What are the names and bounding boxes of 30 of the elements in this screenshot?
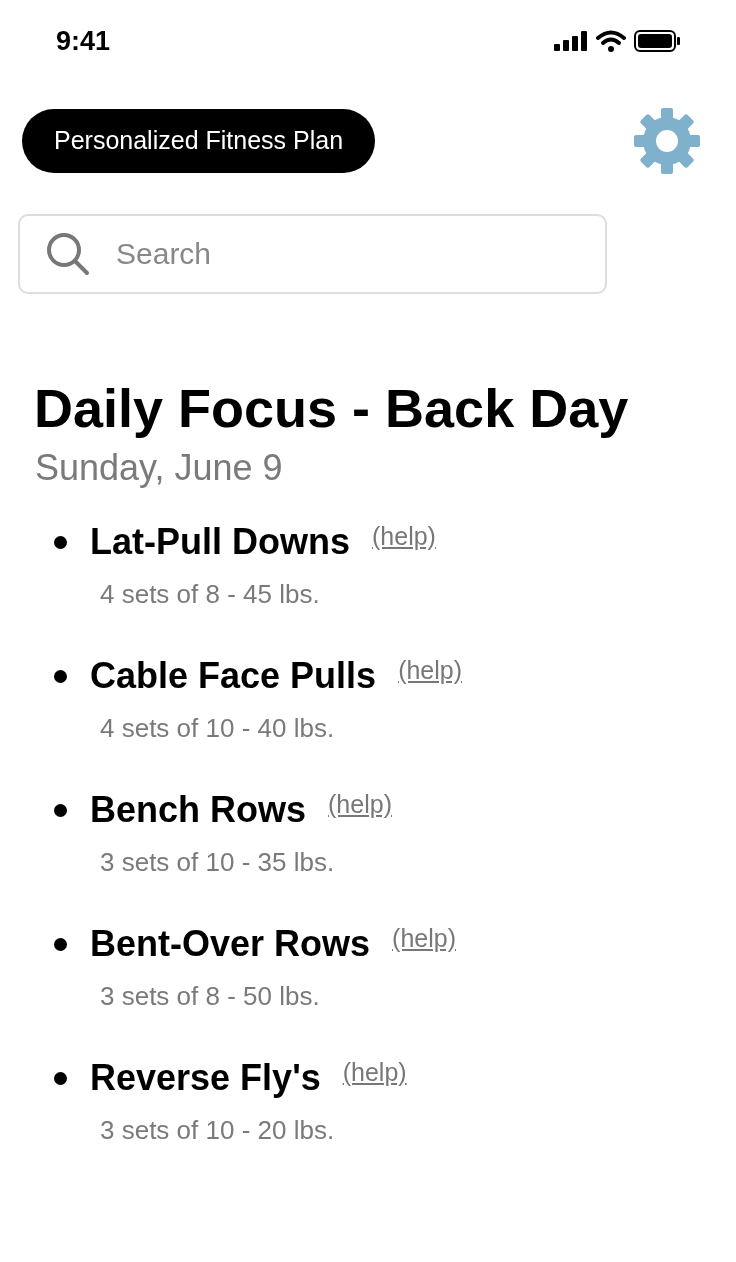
bullet-icon: [54, 1071, 67, 1085]
date-text: Sunday, June 9: [35, 446, 284, 490]
exercise-detail: 4 sets of 10 - 40 lbs.: [100, 712, 336, 745]
bullet-icon: [54, 803, 67, 817]
exercise-name: Lat-Pull Downs: [90, 520, 350, 564]
plan-title-pill: Personalized Fitness Plan: [22, 109, 376, 173]
exercise-name: Reverse Fly's: [90, 1056, 321, 1100]
wifi-icon: [596, 30, 626, 52]
exercise-name: Cable Face Pulls: [90, 654, 377, 698]
help-link[interactable]: (help): [392, 920, 456, 958]
search-field[interactable]: Search: [18, 214, 607, 294]
exercise-name: Bench Rows: [90, 788, 307, 832]
exercise-detail: 4 sets of 8 - 45 lbs.: [100, 578, 321, 611]
help-link[interactable]: (help): [328, 786, 392, 824]
search-icon: [46, 232, 90, 276]
bullet-icon: [54, 669, 67, 683]
signal-icon: [554, 31, 588, 51]
battery-icon: [634, 30, 680, 52]
exercise-detail: 3 sets of 10 - 20 lbs.: [100, 1114, 336, 1147]
day-heading: Daily Focus - Back Day: [34, 377, 630, 440]
help-link[interactable]: (help): [398, 652, 463, 690]
bullet-icon: [54, 535, 67, 549]
help-link[interactable]: (help): [342, 1054, 407, 1092]
bullet-icon: [54, 937, 67, 951]
exercise-detail: 3 sets of 8 - 50 lbs.: [100, 980, 321, 1013]
exercise-name: Bent-Over Rows: [90, 922, 371, 966]
help-link[interactable]: (help): [372, 518, 436, 556]
settings-icon[interactable]: [632, 106, 702, 176]
status-time: 9:41: [56, 24, 111, 58]
exercise-detail: 3 sets of 10 - 35 lbs.: [100, 846, 336, 879]
